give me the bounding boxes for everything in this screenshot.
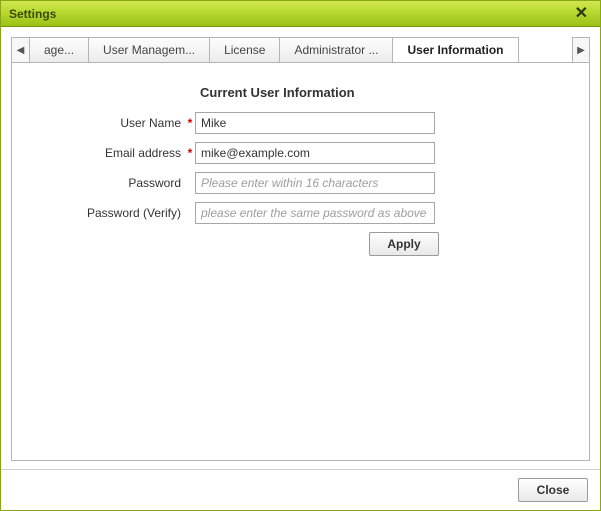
tab-administrator[interactable]: Administrator ...	[279, 37, 393, 62]
settings-window: Settings ✕ ◀ age... User Managem... Lice…	[0, 0, 601, 511]
close-button[interactable]: Close	[518, 478, 588, 502]
label-password: Password	[40, 176, 185, 190]
label-username: User Name	[40, 116, 185, 130]
row-username: User Name *	[40, 112, 561, 134]
label-password-verify: Password (Verify)	[40, 206, 185, 220]
username-input[interactable]	[195, 112, 435, 134]
tab-scroll-left[interactable]: ◀	[11, 37, 29, 62]
row-password: Password	[40, 172, 561, 194]
tabstrip: ◀ age... User Managem... License Adminis…	[11, 37, 590, 63]
required-marker: *	[185, 116, 195, 130]
row-password-verify: Password (Verify)	[40, 202, 561, 224]
password-input[interactable]	[195, 172, 435, 194]
chevron-right-icon: ▶	[577, 45, 585, 56]
tab-panel: Current User Information User Name * Ema…	[11, 63, 590, 461]
required-marker: *	[185, 146, 195, 160]
tab-scroll-right[interactable]: ▶	[572, 37, 590, 62]
tab-user-information[interactable]: User Information	[392, 37, 518, 62]
apply-row: Apply	[199, 232, 439, 256]
tab-user-management[interactable]: User Managem...	[88, 37, 210, 62]
titlebar: Settings ✕	[1, 1, 600, 27]
tab-age[interactable]: age...	[29, 37, 89, 62]
window-title: Settings	[9, 7, 56, 21]
password-verify-input[interactable]	[195, 202, 435, 224]
close-icon[interactable]: ✕	[571, 4, 592, 24]
tab-license[interactable]: License	[209, 37, 280, 62]
email-input[interactable]	[195, 142, 435, 164]
form-heading: Current User Information	[200, 85, 561, 100]
dialog-footer: Close	[1, 469, 600, 510]
content-area: ◀ age... User Managem... License Adminis…	[1, 27, 600, 469]
row-email: Email address *	[40, 142, 561, 164]
tabs-container: age... User Managem... License Administr…	[29, 37, 572, 62]
label-email: Email address	[40, 146, 185, 160]
apply-button[interactable]: Apply	[369, 232, 439, 256]
chevron-left-icon: ◀	[17, 45, 25, 56]
